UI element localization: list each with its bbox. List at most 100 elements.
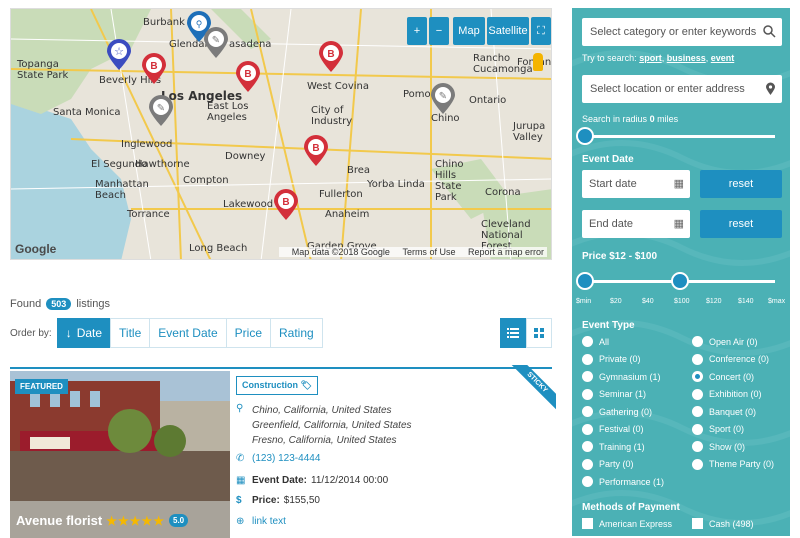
- zoom-in-button[interactable]: +: [407, 17, 427, 45]
- bitcoin-pin-icon[interactable]: B: [273, 189, 299, 221]
- try-link-sport[interactable]: sport: [639, 53, 662, 63]
- order-date-button[interactable]: ↓ Date: [56, 318, 112, 348]
- radio-button[interactable]: [582, 406, 593, 417]
- event-type-option[interactable]: Gymnasium (1): [582, 371, 661, 382]
- try-link-event[interactable]: event: [711, 53, 735, 63]
- event-type-option[interactable]: Exhibition (0): [692, 388, 762, 400]
- map-data-text: Map data ©2018 Google: [291, 247, 390, 257]
- found-suffix: listings: [76, 298, 110, 310]
- listing-card[interactable]: FEATURED Avenue florist ★★★★★ 5.0 Constr…: [10, 365, 556, 538]
- wrench-pin-icon[interactable]: ✎: [430, 83, 456, 115]
- event-type-option[interactable]: Sport (0): [692, 423, 744, 435]
- map-type-button[interactable]: Map: [453, 17, 485, 45]
- event-type-option[interactable]: Concert (0): [692, 371, 754, 382]
- start-date-input[interactable]: Start date ▦: [582, 170, 690, 198]
- order-rating-button[interactable]: Rating: [270, 318, 323, 348]
- category-tag[interactable]: Construction 🏷: [236, 376, 318, 395]
- event-type-option[interactable]: Performance (1): [582, 476, 664, 487]
- event-type-label: All: [599, 336, 610, 347]
- reset-end-button[interactable]: reset: [700, 210, 782, 238]
- event-type-option[interactable]: Gathering (0): [582, 406, 652, 417]
- event-type-option[interactable]: All: [582, 336, 609, 347]
- event-type-option[interactable]: Party (0): [582, 458, 634, 470]
- radio-button[interactable]: [692, 388, 703, 400]
- price-tick: $min: [576, 298, 592, 305]
- list-view-button[interactable]: [500, 318, 526, 348]
- order-title-button[interactable]: Title: [110, 318, 151, 348]
- bitcoin-pin-icon[interactable]: B: [235, 61, 261, 93]
- wrench-pin-icon[interactable]: ✎: [203, 27, 229, 59]
- event-type-option[interactable]: Banquet (0): [692, 406, 756, 417]
- label-hawthorne: Hawthorne: [135, 159, 190, 170]
- reset-start-button[interactable]: reset: [700, 170, 782, 198]
- end-date-input[interactable]: End date ▦: [582, 210, 690, 238]
- radio-button[interactable]: [582, 458, 593, 470]
- price-min-handle[interactable]: [576, 272, 594, 290]
- order-event-date-button[interactable]: Event Date: [149, 318, 227, 348]
- radio-button[interactable]: [582, 353, 593, 365]
- event-type-option[interactable]: Theme Party (0): [692, 458, 774, 470]
- rating-badge: 5.0: [169, 514, 189, 527]
- phone-number[interactable]: (123) 123-4444: [252, 453, 320, 464]
- wrench-pin-icon[interactable]: ✎: [148, 95, 174, 127]
- try-link-business[interactable]: business: [667, 53, 706, 63]
- event-type-option[interactable]: Show (0): [692, 441, 745, 452]
- radio-button[interactable]: [692, 371, 703, 382]
- price-value: $155,50: [283, 495, 320, 506]
- satellite-type-button[interactable]: Satellite: [487, 17, 529, 45]
- payment-option[interactable]: Cash (498): [692, 518, 754, 529]
- event-type-option[interactable]: Festival (0): [582, 423, 644, 435]
- checkbox[interactable]: [692, 518, 703, 529]
- start-date-placeholder: Start date: [589, 178, 637, 190]
- payment-heading: Methods of Payment: [582, 502, 680, 513]
- listing-title[interactable]: Avenue florist: [16, 513, 102, 528]
- bitcoin-pin-icon[interactable]: B: [303, 135, 329, 167]
- radio-button[interactable]: [582, 388, 593, 400]
- radio-button[interactable]: [692, 406, 703, 417]
- tag-icon: 🏷: [300, 380, 312, 390]
- svg-text:B: B: [282, 197, 289, 208]
- price-max-handle[interactable]: [671, 272, 689, 290]
- event-type-option[interactable]: Training (1): [582, 441, 645, 452]
- radio-button[interactable]: [692, 441, 703, 452]
- radio-button[interactable]: [692, 336, 703, 347]
- event-type-option[interactable]: Private (0): [582, 353, 641, 365]
- website-link[interactable]: link text: [252, 516, 286, 527]
- radio-button[interactable]: [582, 476, 593, 487]
- address-line: Greenfield, California, United States: [252, 420, 412, 431]
- event-type-label: Party (0): [599, 459, 634, 469]
- order-price-button[interactable]: Price: [225, 318, 271, 348]
- price-tick: $20: [610, 298, 622, 305]
- bitcoin-pin-icon[interactable]: B: [318, 41, 344, 73]
- radio-button[interactable]: [582, 371, 593, 382]
- event-type-option[interactable]: Open Air (0): [692, 336, 758, 347]
- event-type-option[interactable]: Seminar (1): [582, 388, 646, 400]
- listing-photo[interactable]: FEATURED Avenue florist ★★★★★ 5.0: [10, 371, 230, 538]
- location-placeholder: Select location or enter address: [590, 83, 745, 95]
- report-error-link[interactable]: Report a map error: [468, 247, 544, 257]
- label-santa-monica: Santa Monica: [53, 107, 121, 118]
- radio-button[interactable]: [582, 423, 593, 435]
- radio-button[interactable]: [692, 458, 703, 470]
- label-anaheim: Anaheim: [325, 209, 370, 220]
- radius-slider-handle[interactable]: [576, 127, 594, 145]
- terms-link[interactable]: Terms of Use: [402, 247, 455, 257]
- star-pin-icon[interactable]: ☆: [106, 39, 132, 71]
- event-type-option[interactable]: Conference (0): [692, 353, 769, 365]
- checkbox[interactable]: [582, 518, 593, 529]
- pegman-icon[interactable]: [533, 53, 543, 71]
- event-type-label: Gathering (0): [599, 406, 653, 417]
- zoom-out-button[interactable]: −: [429, 17, 449, 45]
- bitcoin-pin-icon[interactable]: B: [141, 53, 167, 85]
- radius-slider-track[interactable]: [585, 135, 775, 138]
- radio-button[interactable]: [582, 336, 593, 347]
- payment-option[interactable]: American Express: [582, 518, 672, 529]
- fullscreen-icon[interactable]: ⛶: [531, 17, 551, 45]
- radio-button[interactable]: [582, 441, 593, 452]
- location-input[interactable]: Select location or enter address: [582, 75, 782, 103]
- map[interactable]: Burbank Glendale asadena Topanga State P…: [10, 8, 552, 260]
- keyword-search-input[interactable]: Select category or enter keywords: [582, 18, 782, 46]
- radio-button[interactable]: [692, 353, 703, 365]
- grid-view-button[interactable]: [526, 318, 552, 348]
- radio-button[interactable]: [692, 423, 703, 435]
